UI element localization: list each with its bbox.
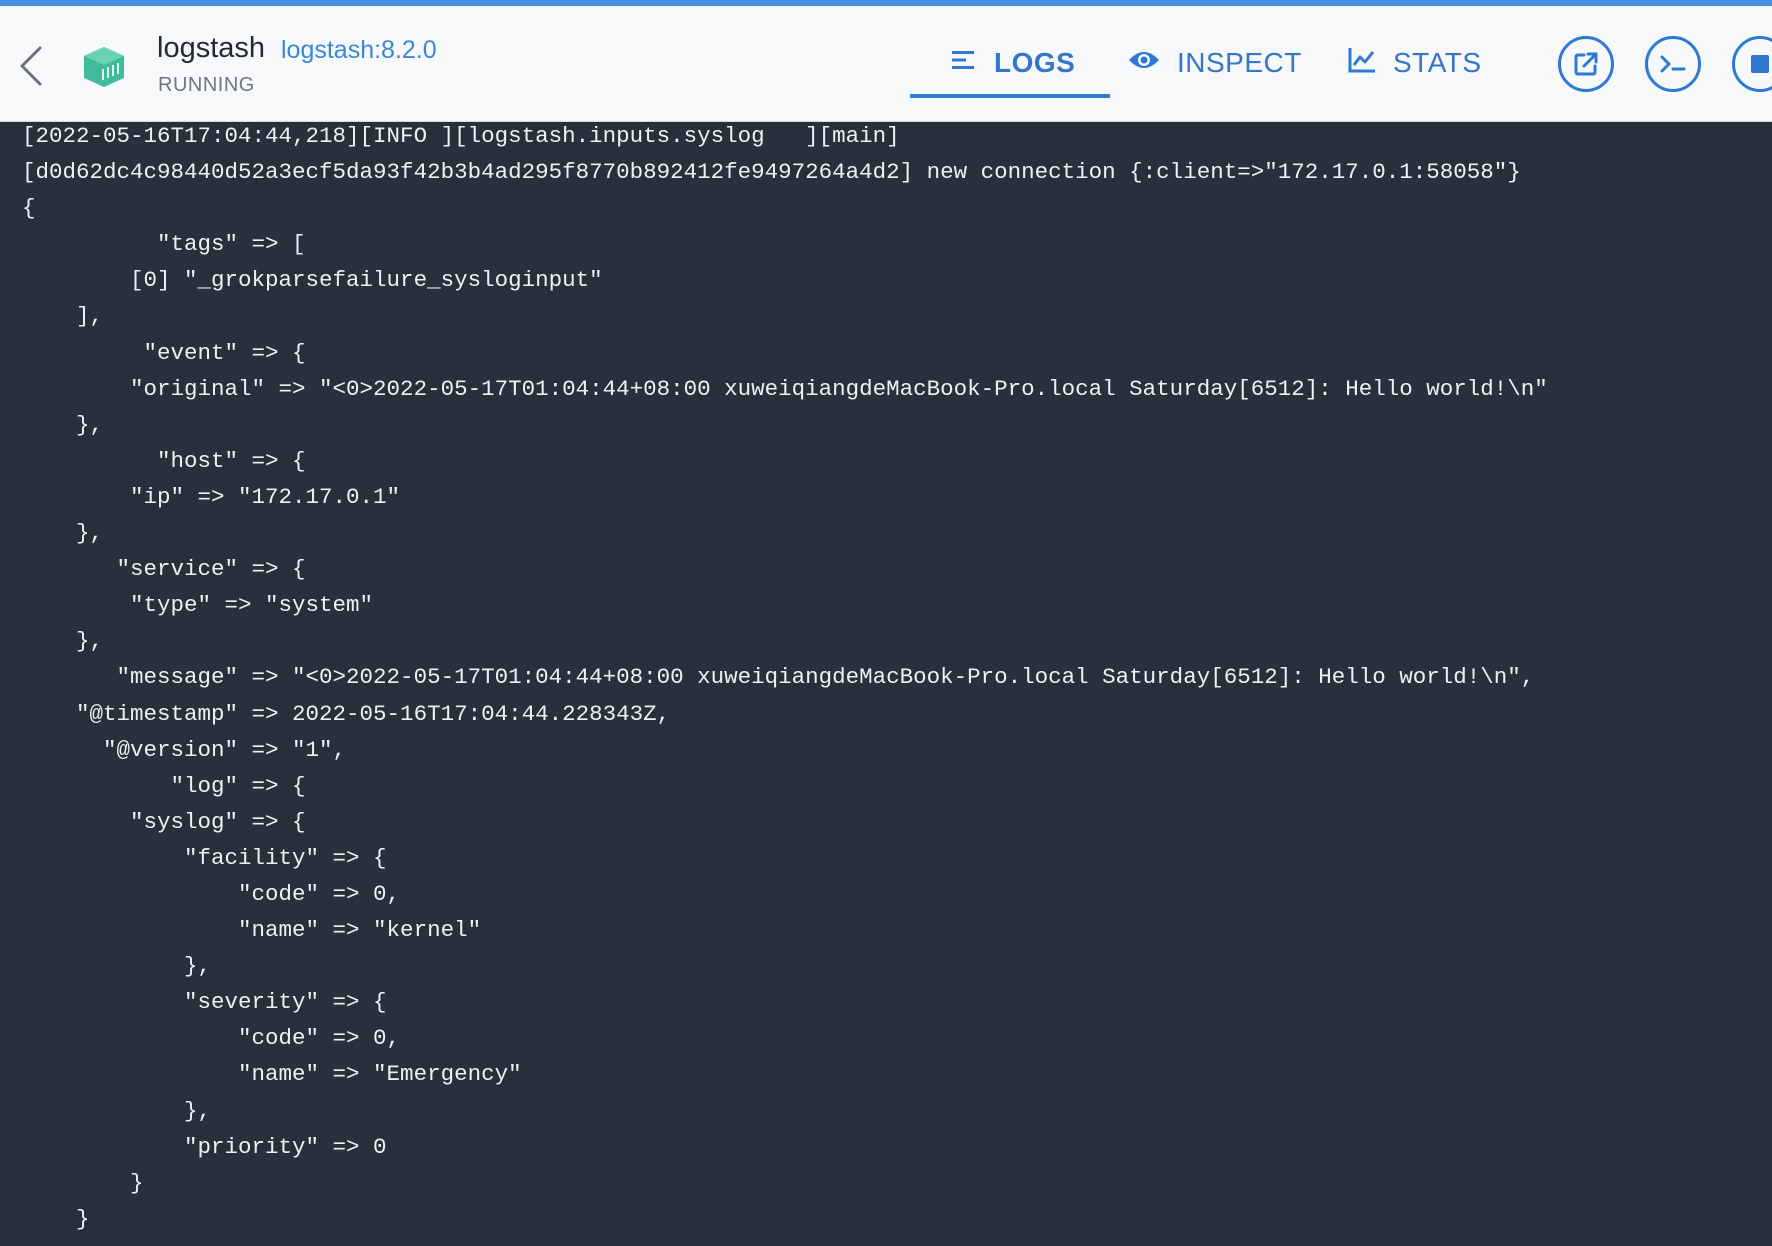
- active-tab-indicator: [910, 94, 1110, 98]
- container-cube-icon: [80, 43, 128, 91]
- tab-logs[interactable]: LOGS: [950, 39, 1075, 87]
- log-text: [2022-05-16T17:04:44,218][INFO ][logstas…: [22, 123, 1548, 1232]
- log-output[interactable]: [2022-05-16T17:04:44,218][INFO ][logstas…: [0, 122, 1772, 1246]
- tab-inspect-label: INSPECT: [1177, 47, 1302, 78]
- terminal-icon: [1660, 55, 1686, 73]
- open-in-browser-button[interactable]: [1558, 36, 1614, 92]
- cli-button[interactable]: [1645, 36, 1701, 92]
- container-status: RUNNING: [158, 74, 255, 96]
- external-link-icon: [1574, 52, 1598, 76]
- eye-icon: [1127, 47, 1161, 79]
- tab-stats-label: STATS: [1393, 47, 1482, 78]
- list-lines-icon: [950, 47, 978, 79]
- tab-logs-label: LOGS: [994, 47, 1076, 78]
- stop-icon: [1751, 55, 1769, 73]
- container-header: logstash logstash:8.2.0 RUNNING LOGS INS…: [0, 6, 1772, 122]
- tab-inspect[interactable]: INSPECT: [1127, 39, 1302, 87]
- back-button[interactable]: [14, 42, 54, 90]
- tab-stats[interactable]: STATS: [1347, 39, 1482, 87]
- image-tag-link[interactable]: logstash:8.2.0: [281, 36, 437, 65]
- container-name: logstash: [157, 32, 266, 64]
- stop-button[interactable]: [1732, 36, 1772, 92]
- line-chart-icon: [1347, 46, 1377, 81]
- chevron-left-icon: [20, 46, 42, 86]
